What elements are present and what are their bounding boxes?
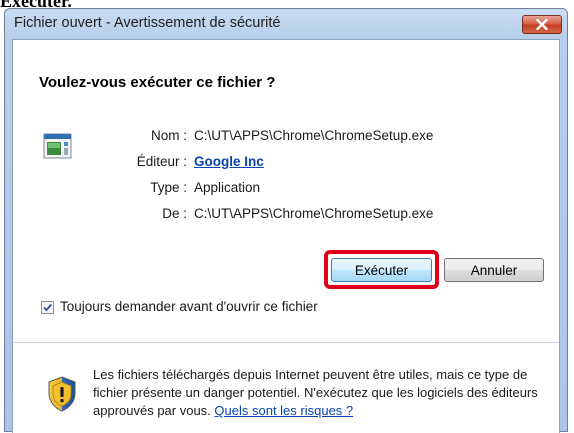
security-warning-dialog: Fichier ouvert - Avertissement de sécuri…	[4, 8, 568, 433]
window-title: Fichier ouvert - Avertissement de sécuri…	[14, 15, 281, 31]
detail-row-type: Type : Application	[93, 180, 553, 200]
detail-row-publisher: Éditeur : Google Inc	[93, 154, 553, 174]
warning-shield-icon	[48, 376, 76, 412]
run-button-highlight	[324, 250, 439, 289]
file-source-value: C:\UT\APPS\Chrome\ChromeSetup.exe	[194, 206, 434, 221]
detail-label: Nom :	[150, 128, 187, 143]
application-file-icon	[43, 133, 72, 159]
close-icon	[536, 19, 548, 30]
close-button[interactable]	[522, 15, 562, 34]
detail-row-from: De : C:\UT\APPS\Chrome\ChromeSetup.exe	[93, 206, 553, 226]
warning-message: Les fichiers téléchargés depuis Internet…	[93, 366, 553, 420]
detail-row-name: Nom : C:\UT\APPS\Chrome\ChromeSetup.exe	[93, 128, 553, 148]
detail-label: Type :	[150, 180, 187, 195]
checkmark-icon	[43, 303, 52, 312]
always-ask-checkbox[interactable]	[41, 301, 54, 314]
risks-link[interactable]: Quels sont les risques ?	[214, 403, 353, 418]
file-name-value: C:\UT\APPS\Chrome\ChromeSetup.exe	[194, 128, 434, 143]
publisher-link[interactable]: Google Inc	[194, 154, 264, 169]
detail-label: De :	[162, 206, 187, 221]
always-ask-label: Toujours demander avant d'ouvrir ce fich…	[60, 299, 318, 314]
detail-label: Éditeur :	[136, 154, 187, 169]
title-bar: Fichier ouvert - Avertissement de sécuri…	[5, 9, 567, 39]
dialog-body: Voulez-vous exécuter ce fichier ? Nom : …	[12, 39, 560, 433]
cancel-button[interactable]: Annuler	[444, 258, 544, 282]
dialog-heading: Voulez-vous exécuter ce fichier ?	[39, 74, 276, 91]
file-type-value: Application	[194, 180, 261, 195]
